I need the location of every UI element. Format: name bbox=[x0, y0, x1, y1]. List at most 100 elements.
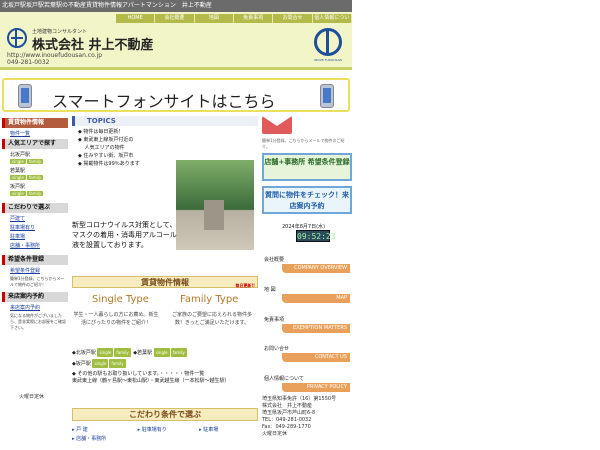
smartphone-banner-text: スマートフォンサイトはこちら bbox=[52, 92, 276, 111]
brand-logo-caption: INOUE FUDOUSAN bbox=[314, 58, 342, 62]
nav-map[interactable]: 地図 bbox=[195, 14, 234, 23]
station-kitasakado[interactable]: 北坂戸駅 bbox=[76, 350, 96, 356]
sidebar-heading-property: 賃貸物件情報 bbox=[2, 118, 68, 128]
tag-single[interactable]: single bbox=[10, 191, 26, 196]
right-section-label: 免責事項 bbox=[264, 317, 285, 323]
chintai-heading: 賃貸物件情報 bbox=[141, 278, 189, 287]
address-line: 埼玉県坂戸市芦山町6-8 bbox=[262, 410, 316, 416]
company-name[interactable]: 株式会社 井上不動産 bbox=[32, 34, 154, 53]
sidebar-link-kodawari[interactable]: 駐車場有り bbox=[2, 222, 68, 231]
address-line: 株式会社 井上不動産 bbox=[262, 403, 313, 409]
sidebar-heading-store: 来店案内予約 bbox=[2, 292, 68, 302]
store-button[interactable]: 質問に物件をチェック！来店案内予約 bbox=[262, 186, 352, 214]
sidebar-area-kitasakado[interactable]: 北坂戸駅 bbox=[2, 149, 68, 158]
sidebar-link-store[interactable]: 来店案内予約 bbox=[2, 302, 68, 311]
other-stations-text[interactable]: ◆ その他の駅もお取り扱いしています。・・・・・物件一覧 bbox=[72, 371, 258, 378]
tag-family[interactable]: family bbox=[26, 191, 44, 196]
kodawari-list: ▸ 戸 建 ▸ 駐車場有り ▸ 駐車場 ▸ 店舗・事務所 bbox=[72, 427, 219, 442]
topics-item: ◆ 物件は毎日更新！ bbox=[78, 129, 124, 135]
kodawari-item[interactable]: 店舗・事務所 bbox=[76, 436, 106, 442]
address-line: TEL：049-281-0032 bbox=[262, 417, 312, 423]
company-logo-icon[interactable] bbox=[7, 28, 27, 48]
sidebar-heading-kodawari: こだわりで選ぶ bbox=[2, 203, 68, 213]
kodawari-item[interactable]: 駐車場有り bbox=[142, 427, 167, 433]
sidebar-kibou-note: 簡単1分登録。こちらからメールで物件のご紹介！ bbox=[10, 276, 65, 287]
nav-contact[interactable]: お問合せ bbox=[273, 14, 313, 23]
nav-company[interactable]: 会社概要 bbox=[155, 14, 195, 23]
sidebar-link-property-list[interactable]: 物件一覧 bbox=[2, 128, 68, 137]
tag-family[interactable]: family bbox=[26, 159, 44, 164]
mail-note: 簡単1分登録。こちらからメールで物件のご紹介。 bbox=[262, 138, 345, 149]
right-section-en: MAP bbox=[282, 294, 350, 303]
right-section-label: 会社概要 bbox=[264, 257, 285, 263]
sidebar-link-kodawari[interactable]: 戸建て bbox=[2, 213, 68, 222]
topics-list: ◆ 物件は毎日更新！ ◆ 東武東上線坂戸付近の 人気エリアの物件 ◆ 住みやすい… bbox=[78, 128, 140, 168]
right-column: 簡単1分登録。こちらからメールで物件のご紹介。 店舗+事務所 希望条件登録 質問… bbox=[262, 116, 354, 450]
right-section-disclaimer[interactable]: 免責事項 EXEMPTION MATTERS bbox=[262, 316, 352, 336]
envelope-icon bbox=[262, 116, 292, 134]
kodawari-banner: こだわり条件で選ぶ bbox=[72, 408, 258, 421]
tag-family[interactable]: family bbox=[114, 348, 131, 357]
brand-logo-icon: INOUE FUDOUSAN bbox=[310, 28, 346, 64]
digital-clock: 09:52:23 bbox=[296, 230, 336, 242]
station-wakaba[interactable]: 若葉駅 bbox=[137, 350, 152, 356]
topics-heading: TOPICS bbox=[72, 116, 258, 126]
street-photo bbox=[176, 160, 254, 250]
address-line: 火曜日定休 bbox=[262, 431, 288, 437]
tag-single[interactable]: single bbox=[10, 159, 26, 164]
sidebar-link-kodawari[interactable]: 駐車場 bbox=[2, 231, 68, 240]
sidebar-heading-popular: 人気エリアで探す bbox=[2, 139, 68, 149]
right-section-contact[interactable]: お問い合せ CONTACT US bbox=[262, 345, 352, 365]
sidebar: 賃貸物件情報 物件一覧 人気エリアで探す 北坂戸駅 single family 若… bbox=[2, 116, 68, 406]
single-type-title[interactable]: Single Type bbox=[92, 294, 149, 305]
family-type-title[interactable]: Family Type bbox=[180, 294, 238, 305]
chintai-banner: 賃貸物件情報 毎日更新!! bbox=[72, 276, 258, 288]
mail-banner[interactable]: 簡単1分登録。こちらからメールで物件のご紹介。 bbox=[262, 116, 352, 150]
address-line: 埼玉県知事免許（16）第1550号 bbox=[262, 396, 337, 402]
tag-family[interactable]: family bbox=[109, 359, 126, 368]
sidebar-heading-kibou: 希望条件登録 bbox=[2, 255, 68, 265]
sidebar-store-note: 気になる物件がございましたら、是非実際にお部屋をご確認下さい。 bbox=[10, 313, 66, 330]
right-section-privacy[interactable]: 個人情報について PRIVACY POLICY bbox=[262, 375, 352, 395]
right-section-en: COMPANY OVERVIEW bbox=[282, 264, 350, 273]
tag-single[interactable]: single bbox=[10, 175, 26, 180]
chintai-new-badge: 毎日更新!! bbox=[235, 283, 255, 288]
right-section-label: 個人情報について bbox=[264, 376, 304, 382]
company-url: http://www.inouefudousan.co.jp bbox=[7, 52, 103, 59]
other-stations-lines: 東武東上線（鶴ヶ島駅～東松山駅）・東武越生線（一本松駅～越生駅） bbox=[72, 378, 230, 384]
address-line: Fax：049-289-1770 bbox=[262, 424, 311, 430]
topics-item: ◆ 東武東上線坂戸付近の bbox=[78, 137, 134, 143]
sidebar-link-kodawari[interactable]: 店舗・事務所 bbox=[2, 240, 68, 249]
nav-privacy[interactable]: 個人情報について bbox=[313, 14, 352, 30]
family-type-desc: ご家族のご要望に応えられる物件多数！きっとご満足いただけます。 bbox=[171, 312, 252, 326]
tag-single[interactable]: single bbox=[97, 348, 114, 357]
other-stations: ◆ その他の駅もお取り扱いしています。・・・・・物件一覧 東武東上線（鶴ヶ島駅～… bbox=[72, 371, 258, 385]
nav-disclaimer[interactable]: 免責事項 bbox=[234, 14, 274, 23]
smartphone-icon bbox=[18, 84, 32, 108]
station-list: ◆北坂戸駅 single family ◆若葉駅 single family ◆坂戸… bbox=[72, 348, 187, 368]
right-section-en: CONTACT US bbox=[282, 353, 350, 362]
right-section-en: PRIVACY POLICY bbox=[282, 383, 350, 392]
right-section-map[interactable]: 地 図 MAP bbox=[262, 286, 352, 306]
right-section-en: EXEMPTION MATTERS bbox=[282, 324, 350, 333]
company-tel: 049-281-0032 bbox=[7, 59, 50, 66]
tag-single[interactable]: single bbox=[92, 359, 109, 368]
topbar: 北坂戸駅坂戸駅若葉駅の不動産賃貸物件情報アパートマンション 井上不動産 bbox=[0, 0, 352, 12]
nav-home[interactable]: HOME bbox=[116, 14, 156, 23]
tag-single[interactable]: single bbox=[153, 348, 170, 357]
main-nav: HOME 会社概要 地図 免責事項 お問合せ 個人情報について bbox=[116, 14, 352, 30]
topics-item: ◆ 掲載物件は99％あります bbox=[78, 161, 140, 167]
smartphone-banner[interactable]: スマートフォンサイトはこちら bbox=[2, 78, 350, 112]
right-section-label: お問い合せ bbox=[264, 346, 290, 352]
tag-family[interactable]: family bbox=[26, 175, 44, 180]
kodawari-item[interactable]: 駐車場 bbox=[203, 427, 218, 433]
tag-family[interactable]: family bbox=[170, 348, 187, 357]
station-sakado[interactable]: 坂戸駅 bbox=[76, 361, 91, 367]
topics-item: 人気エリアの物件 bbox=[78, 145, 125, 151]
sidebar-area-sakado[interactable]: 坂戸駅 bbox=[2, 181, 68, 190]
sidebar-area-wakaba[interactable]: 若葉駅 bbox=[2, 165, 68, 174]
kibou-button[interactable]: 店舗+事務所 希望条件登録 bbox=[262, 153, 352, 181]
sidebar-link-kibou[interactable]: 希望条件登録 bbox=[2, 265, 68, 274]
kodawari-item[interactable]: 戸 建 bbox=[76, 427, 88, 433]
right-section-company[interactable]: 会社概要 COMPANY OVERVIEW bbox=[262, 256, 352, 276]
